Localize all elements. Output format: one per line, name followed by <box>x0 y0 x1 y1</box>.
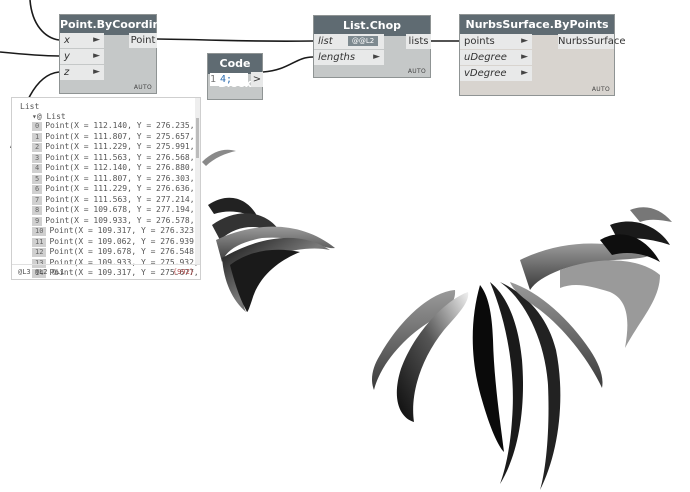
preview-sublist-label: @ List <box>36 112 66 121</box>
code-editor[interactable]: 1 4; <box>210 73 248 86</box>
wire-point-to-list <box>156 38 314 43</box>
preview-row: 1 Point(X = 111.807, Y = 275.657, <box>32 131 195 142</box>
port-arrow-icon: ► <box>93 67 100 77</box>
port-label: y <box>64 51 70 62</box>
row-value: Point(X = 112.140, Y = 276.235, <box>45 121 195 130</box>
row-value: Point(X = 111.229, Y = 275.991, <box>45 142 195 151</box>
input-port-vdegree[interactable]: vDegree ► <box>460 66 532 81</box>
code-text: 4; <box>220 74 233 85</box>
row-index: 7 <box>32 195 43 205</box>
row-index: 1 <box>32 132 43 142</box>
row-index: 11 <box>32 237 47 247</box>
row-value: Point(X = 111.807, Y = 276.303, <box>45 173 195 183</box>
row-value: Point(X = 109.933, Y = 276.578, <box>45 215 195 225</box>
port-label: uDegree <box>464 52 507 63</box>
preview-row: 9 Point(X = 109.933, Y = 276.578, <box>32 215 195 226</box>
row-value: Point(X = 109.317, Y = 276.323, <box>49 226 199 235</box>
port-arrow-icon: ► <box>93 35 100 45</box>
list-level-chip[interactable]: @@L2 <box>348 36 378 46</box>
list-levels: @L3 @L2 @L1 <box>18 268 65 276</box>
node-title: Point.ByCoordinates <box>60 15 187 35</box>
preview-row: 8 Point(X = 109.678, Y = 277.194, <box>32 205 195 215</box>
port-label: points <box>464 36 495 47</box>
row-value: Point(X = 111.563, Y = 277.214, <box>45 194 195 204</box>
port-label: list <box>318 36 333 47</box>
row-value: Point(X = 111.229, Y = 276.636, <box>45 184 195 193</box>
row-index: 3 <box>32 153 43 163</box>
preview-row: 2 Point(X = 111.229, Y = 275.991, <box>32 142 195 152</box>
point-by-coordinates-node[interactable]: Point.ByCoordinates x ► y ► z ► Point AU… <box>59 14 187 94</box>
row-value: Point(X = 111.563, Y = 276.568, <box>45 152 195 162</box>
output-port-lists[interactable]: lists <box>406 34 431 49</box>
node-preview-bubble[interactable]: List ▾@ List 0 Point(X = 112.140, Y = 276… <box>11 97 201 280</box>
port-label: x <box>64 35 70 46</box>
nurbs-surface-by-points-node[interactable]: NurbsSurface.ByPoints points ► uDegree ►… <box>459 14 626 96</box>
item-count: {992} <box>172 268 194 276</box>
row-index: 10 <box>32 227 47 236</box>
port-arrow-icon: ► <box>93 51 100 61</box>
row-value: Point(X = 109.678, Y = 277.194, <box>45 205 195 214</box>
scrollbar-thumb[interactable] <box>196 118 199 158</box>
preview-scrollbar[interactable] <box>195 98 200 265</box>
input-port-x[interactable]: x ► <box>60 33 104 48</box>
row-value: Point(X = 109.062, Y = 276.939, <box>49 236 199 246</box>
preview-row: 7 Point(X = 111.563, Y = 277.214, <box>32 194 195 205</box>
node-title: List.Chop <box>314 16 430 36</box>
input-port-z[interactable]: z ► <box>60 65 104 80</box>
output-port-nurbs-surface[interactable]: NurbsSurface <box>558 34 626 49</box>
preview-header: List <box>20 102 40 111</box>
row-value: Point(X = 109.678, Y = 276.548, <box>49 247 199 256</box>
input-port-udegree[interactable]: uDegree ► <box>460 50 532 65</box>
wire-code-to-lengths <box>262 56 314 73</box>
port-arrow-icon: ► <box>521 52 528 62</box>
input-port-y[interactable]: y ► <box>60 49 104 64</box>
preview-row: 12 Point(X = 109.678, Y = 276.548, <box>32 247 199 257</box>
lacing-label: AUTO <box>133 84 152 91</box>
port-arrow-icon: ► <box>373 52 380 62</box>
geometry-preview <box>202 149 672 490</box>
input-port-points[interactable]: points ► <box>460 34 532 49</box>
wire-x <box>29 0 60 41</box>
row-value: Point(X = 111.807, Y = 275.657, <box>45 131 195 141</box>
input-port-list[interactable]: list @@L2 <box>314 34 384 49</box>
lacing-label: AUTO <box>591 86 610 93</box>
preview-row: 10 Point(X = 109.317, Y = 276.323, <box>32 226 199 236</box>
list-chop-node[interactable]: List.Chop list @@L2 lengths ► lists AUTO <box>313 15 431 78</box>
port-label: lengths <box>318 52 356 63</box>
port-label: vDegree <box>464 68 507 79</box>
output-port-point[interactable]: Point <box>129 33 157 48</box>
node-title: NurbsSurface.ByPoints <box>460 15 614 35</box>
preview-row: 0 Point(X = 112.140, Y = 276.235, <box>32 121 195 131</box>
lacing-label: AUTO <box>407 68 426 75</box>
row-index: 8 <box>32 206 43 215</box>
node-title: Code Block <box>208 54 262 90</box>
preview-sublist[interactable]: ▾@ List <box>32 112 66 121</box>
port-arrow-icon: ► <box>521 68 528 78</box>
row-index: 6 <box>32 185 43 194</box>
preview-row: 6 Point(X = 111.229, Y = 276.636, <box>32 184 195 194</box>
line-number: 1 <box>210 74 217 85</box>
preview-row: 3 Point(X = 111.563, Y = 276.568, <box>32 152 195 163</box>
row-index: 5 <box>32 174 43 184</box>
preview-row: 5 Point(X = 111.807, Y = 276.303, <box>32 173 195 184</box>
row-index: 0 <box>32 122 43 131</box>
row-index: 2 <box>32 143 43 152</box>
preview-row: 4 Point(X = 112.140, Y = 276.880, <box>32 163 195 173</box>
output-port[interactable]: > <box>251 72 263 87</box>
input-port-lengths[interactable]: lengths ► <box>314 50 384 65</box>
preview-footer: @L3 @L2 @L1 {992} <box>12 264 200 279</box>
wire-y <box>0 51 60 57</box>
port-arrow-icon: ► <box>521 36 528 46</box>
preview-row: 11 Point(X = 109.062, Y = 276.939, <box>32 236 199 247</box>
row-value: Point(X = 112.140, Y = 276.880, <box>45 163 195 172</box>
port-label: z <box>64 67 70 78</box>
code-block-node[interactable]: Code Block 14; > <box>207 53 263 100</box>
row-index: 9 <box>32 216 43 226</box>
row-index: 4 <box>32 164 43 173</box>
row-index: 12 <box>32 248 47 257</box>
